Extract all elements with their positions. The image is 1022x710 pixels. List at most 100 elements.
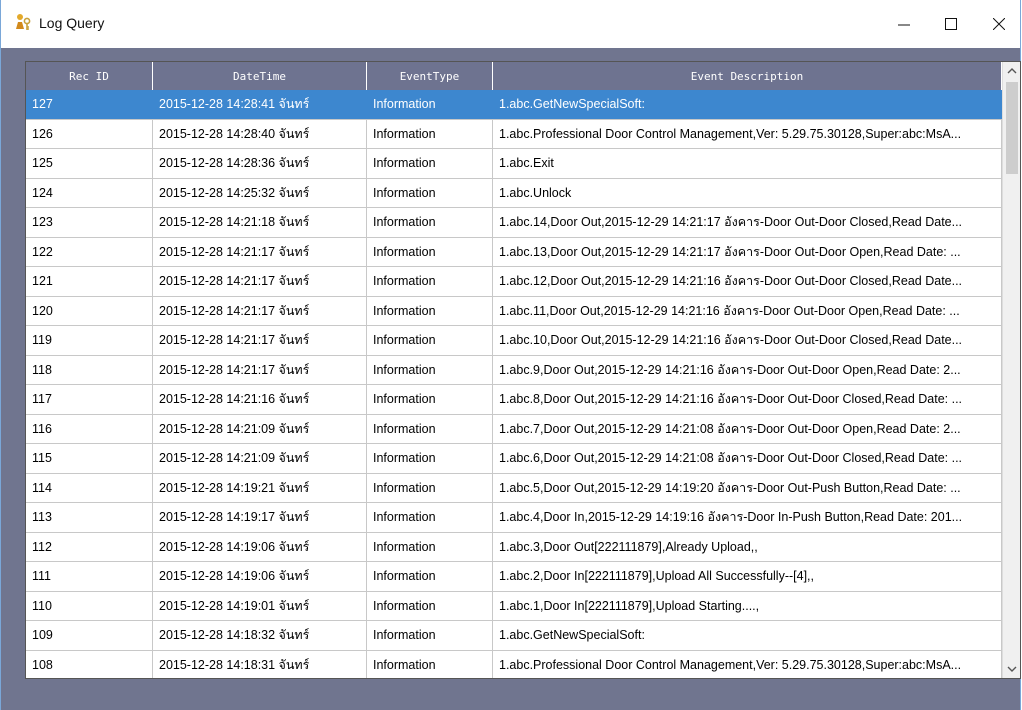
cell-event-description: 1.abc.12,Door Out,2015-12-29 14:21:16 อั… bbox=[493, 267, 1002, 296]
table-row[interactable]: 124 2015-12-28 14:25:32 จันทร์ Information… bbox=[26, 178, 1002, 208]
cell-event-type: Information bbox=[367, 326, 493, 355]
table-row[interactable]: 118 2015-12-28 14:21:17 จันทร์ Information… bbox=[26, 355, 1002, 385]
cell-event-description: 1.abc.Exit bbox=[493, 149, 1002, 178]
cell-event-type: Information bbox=[367, 591, 493, 620]
cell-event-description: 1.abc.7,Door Out,2015-12-29 14:21:08 อัง… bbox=[493, 414, 1002, 443]
maximize-button[interactable] bbox=[928, 0, 974, 48]
cell-rec-id: 116 bbox=[26, 414, 153, 443]
cell-event-description: 1.abc.3,Door Out[222111879],Already Uplo… bbox=[493, 532, 1002, 561]
scroll-up-button[interactable] bbox=[1003, 62, 1020, 80]
cell-datetime: 2015-12-28 14:21:17 จันทร์ bbox=[153, 237, 367, 266]
cell-event-description: 1.abc.11,Door Out,2015-12-29 14:21:16 อั… bbox=[493, 296, 1002, 325]
cell-event-description: 1.abc.Professional Door Control Manageme… bbox=[493, 119, 1002, 148]
cell-datetime: 2015-12-28 14:21:09 จันทร์ bbox=[153, 444, 367, 473]
cell-event-type: Information bbox=[367, 208, 493, 237]
table-row[interactable]: 120 2015-12-28 14:21:17 จันทร์ Information… bbox=[26, 296, 1002, 326]
window-title: Log Query bbox=[39, 15, 105, 31]
table-row[interactable]: 115 2015-12-28 14:21:09 จันทร์ Information… bbox=[26, 444, 1002, 474]
cell-datetime: 2015-12-28 14:18:32 จันทร์ bbox=[153, 621, 367, 650]
table-row[interactable]: 117 2015-12-28 14:21:16 จันทร์ Information… bbox=[26, 385, 1002, 415]
table-row[interactable]: 121 2015-12-28 14:21:17 จันทร์ Information… bbox=[26, 267, 1002, 297]
log-grid[interactable]: Rec ID DateTime EventType Event Descript… bbox=[25, 61, 1021, 679]
cell-datetime: 2015-12-28 14:28:41 จันทร์ bbox=[153, 90, 367, 119]
close-icon bbox=[993, 18, 1005, 30]
maximize-icon bbox=[945, 18, 957, 30]
table-row[interactable]: 127 2015-12-28 14:28:41 จันทร์ Information… bbox=[26, 90, 1002, 120]
column-header-datetime[interactable]: DateTime bbox=[153, 62, 367, 90]
table-row[interactable]: 122 2015-12-28 14:21:17 จันทร์ Information… bbox=[26, 237, 1002, 267]
table-row[interactable]: 112 2015-12-28 14:19:06 จันทร์ Information… bbox=[26, 532, 1002, 562]
table-row[interactable]: 109 2015-12-28 14:18:32 จันทร์ Information… bbox=[26, 621, 1002, 651]
scrollbar-thumb[interactable] bbox=[1006, 82, 1018, 174]
grid-rows: 127 2015-12-28 14:28:41 จันทร์ Information… bbox=[26, 90, 1002, 678]
cell-datetime: 2015-12-28 14:28:40 จันทร์ bbox=[153, 119, 367, 148]
table-row[interactable]: 113 2015-12-28 14:19:17 จันทร์ Information… bbox=[26, 503, 1002, 533]
close-button[interactable] bbox=[976, 0, 1022, 48]
cell-datetime: 2015-12-28 14:21:18 จันทร์ bbox=[153, 208, 367, 237]
scroll-down-button[interactable] bbox=[1003, 660, 1020, 678]
column-header-event-description[interactable]: Event Description bbox=[493, 62, 1002, 90]
cell-event-type: Information bbox=[367, 178, 493, 207]
cell-rec-id: 118 bbox=[26, 355, 153, 384]
cell-event-description: 1.abc.5,Door Out,2015-12-29 14:19:20 อัง… bbox=[493, 473, 1002, 502]
cell-event-type: Information bbox=[367, 119, 493, 148]
cell-event-description: 1.abc.1,Door In[222111879],Upload Starti… bbox=[493, 591, 1002, 620]
cell-datetime: 2015-12-28 14:18:31 จันทร์ bbox=[153, 650, 367, 678]
cell-event-description: 1.abc.GetNewSpecialSoft: bbox=[493, 90, 1002, 119]
vertical-scrollbar[interactable] bbox=[1002, 62, 1020, 678]
column-header-rec-id[interactable]: Rec ID bbox=[26, 62, 153, 90]
log-query-window: Log Query Rec ID DateTime EventType Even… bbox=[0, 0, 1021, 710]
cell-event-description: 1.abc.GetNewSpecialSoft: bbox=[493, 621, 1002, 650]
cell-rec-id: 117 bbox=[26, 385, 153, 414]
table-row[interactable]: 114 2015-12-28 14:19:21 จันทร์ Information… bbox=[26, 473, 1002, 503]
cell-event-description: 1.abc.8,Door Out,2015-12-29 14:21:16 อัง… bbox=[493, 385, 1002, 414]
table-row[interactable]: 116 2015-12-28 14:21:09 จันทร์ Information… bbox=[26, 414, 1002, 444]
cell-rec-id: 126 bbox=[26, 119, 153, 148]
cell-event-type: Information bbox=[367, 355, 493, 384]
cell-event-type: Information bbox=[367, 444, 493, 473]
table-row[interactable]: 125 2015-12-28 14:28:36 จันทร์ Information… bbox=[26, 149, 1002, 179]
cell-rec-id: 109 bbox=[26, 621, 153, 650]
table-row[interactable]: 110 2015-12-28 14:19:01 จันทร์ Information… bbox=[26, 591, 1002, 621]
cell-rec-id: 127 bbox=[26, 90, 153, 119]
cell-datetime: 2015-12-28 14:21:17 จันทร์ bbox=[153, 267, 367, 296]
cell-event-description: 1.abc.Professional Door Control Manageme… bbox=[493, 650, 1002, 678]
cell-rec-id: 123 bbox=[26, 208, 153, 237]
table-row[interactable]: 123 2015-12-28 14:21:18 จันทร์ Information… bbox=[26, 208, 1002, 238]
cell-event-description: 1.abc.6,Door Out,2015-12-29 14:21:08 อัง… bbox=[493, 444, 1002, 473]
minimize-icon bbox=[898, 24, 910, 26]
cell-rec-id: 122 bbox=[26, 237, 153, 266]
key-person-icon bbox=[14, 13, 32, 31]
cell-event-description: 1.abc.13,Door Out,2015-12-29 14:21:17 อั… bbox=[493, 237, 1002, 266]
cell-event-type: Information bbox=[367, 237, 493, 266]
table-row[interactable]: 111 2015-12-28 14:19:06 จันทร์ Information… bbox=[26, 562, 1002, 592]
cell-event-description: 1.abc.2,Door In[222111879],Upload All Su… bbox=[493, 562, 1002, 591]
cell-datetime: 2015-12-28 14:19:06 จันทร์ bbox=[153, 532, 367, 561]
table-row[interactable]: 119 2015-12-28 14:21:17 จันทร์ Information… bbox=[26, 326, 1002, 356]
minimize-button[interactable] bbox=[881, 0, 927, 48]
grid-header: Rec ID DateTime EventType Event Descript… bbox=[26, 62, 1002, 90]
cell-datetime: 2015-12-28 14:19:21 จันทร์ bbox=[153, 473, 367, 502]
cell-rec-id: 114 bbox=[26, 473, 153, 502]
cell-event-type: Information bbox=[367, 562, 493, 591]
cell-datetime: 2015-12-28 14:21:17 จันทร์ bbox=[153, 296, 367, 325]
title-bar[interactable]: Log Query bbox=[1, 0, 1020, 48]
cell-event-type: Information bbox=[367, 149, 493, 178]
cell-rec-id: 113 bbox=[26, 503, 153, 532]
cell-event-description: 1.abc.10,Door Out,2015-12-29 14:21:16 อั… bbox=[493, 326, 1002, 355]
column-header-eventtype[interactable]: EventType bbox=[367, 62, 493, 90]
cell-event-type: Information bbox=[367, 296, 493, 325]
table-row[interactable]: 108 2015-12-28 14:18:31 จันทร์ Information… bbox=[26, 650, 1002, 678]
cell-datetime: 2015-12-28 14:21:16 จันทร์ bbox=[153, 385, 367, 414]
table-row[interactable]: 126 2015-12-28 14:28:40 จันทร์ Information… bbox=[26, 119, 1002, 149]
cell-rec-id: 120 bbox=[26, 296, 153, 325]
cell-event-type: Information bbox=[367, 621, 493, 650]
cell-rec-id: 119 bbox=[26, 326, 153, 355]
cell-datetime: 2015-12-28 14:21:17 จันทร์ bbox=[153, 355, 367, 384]
chevron-down-icon bbox=[1007, 666, 1017, 672]
cell-rec-id: 110 bbox=[26, 591, 153, 620]
chevron-up-icon bbox=[1007, 68, 1017, 74]
cell-rec-id: 111 bbox=[26, 562, 153, 591]
cell-rec-id: 112 bbox=[26, 532, 153, 561]
cell-datetime: 2015-12-28 14:21:17 จันทร์ bbox=[153, 326, 367, 355]
